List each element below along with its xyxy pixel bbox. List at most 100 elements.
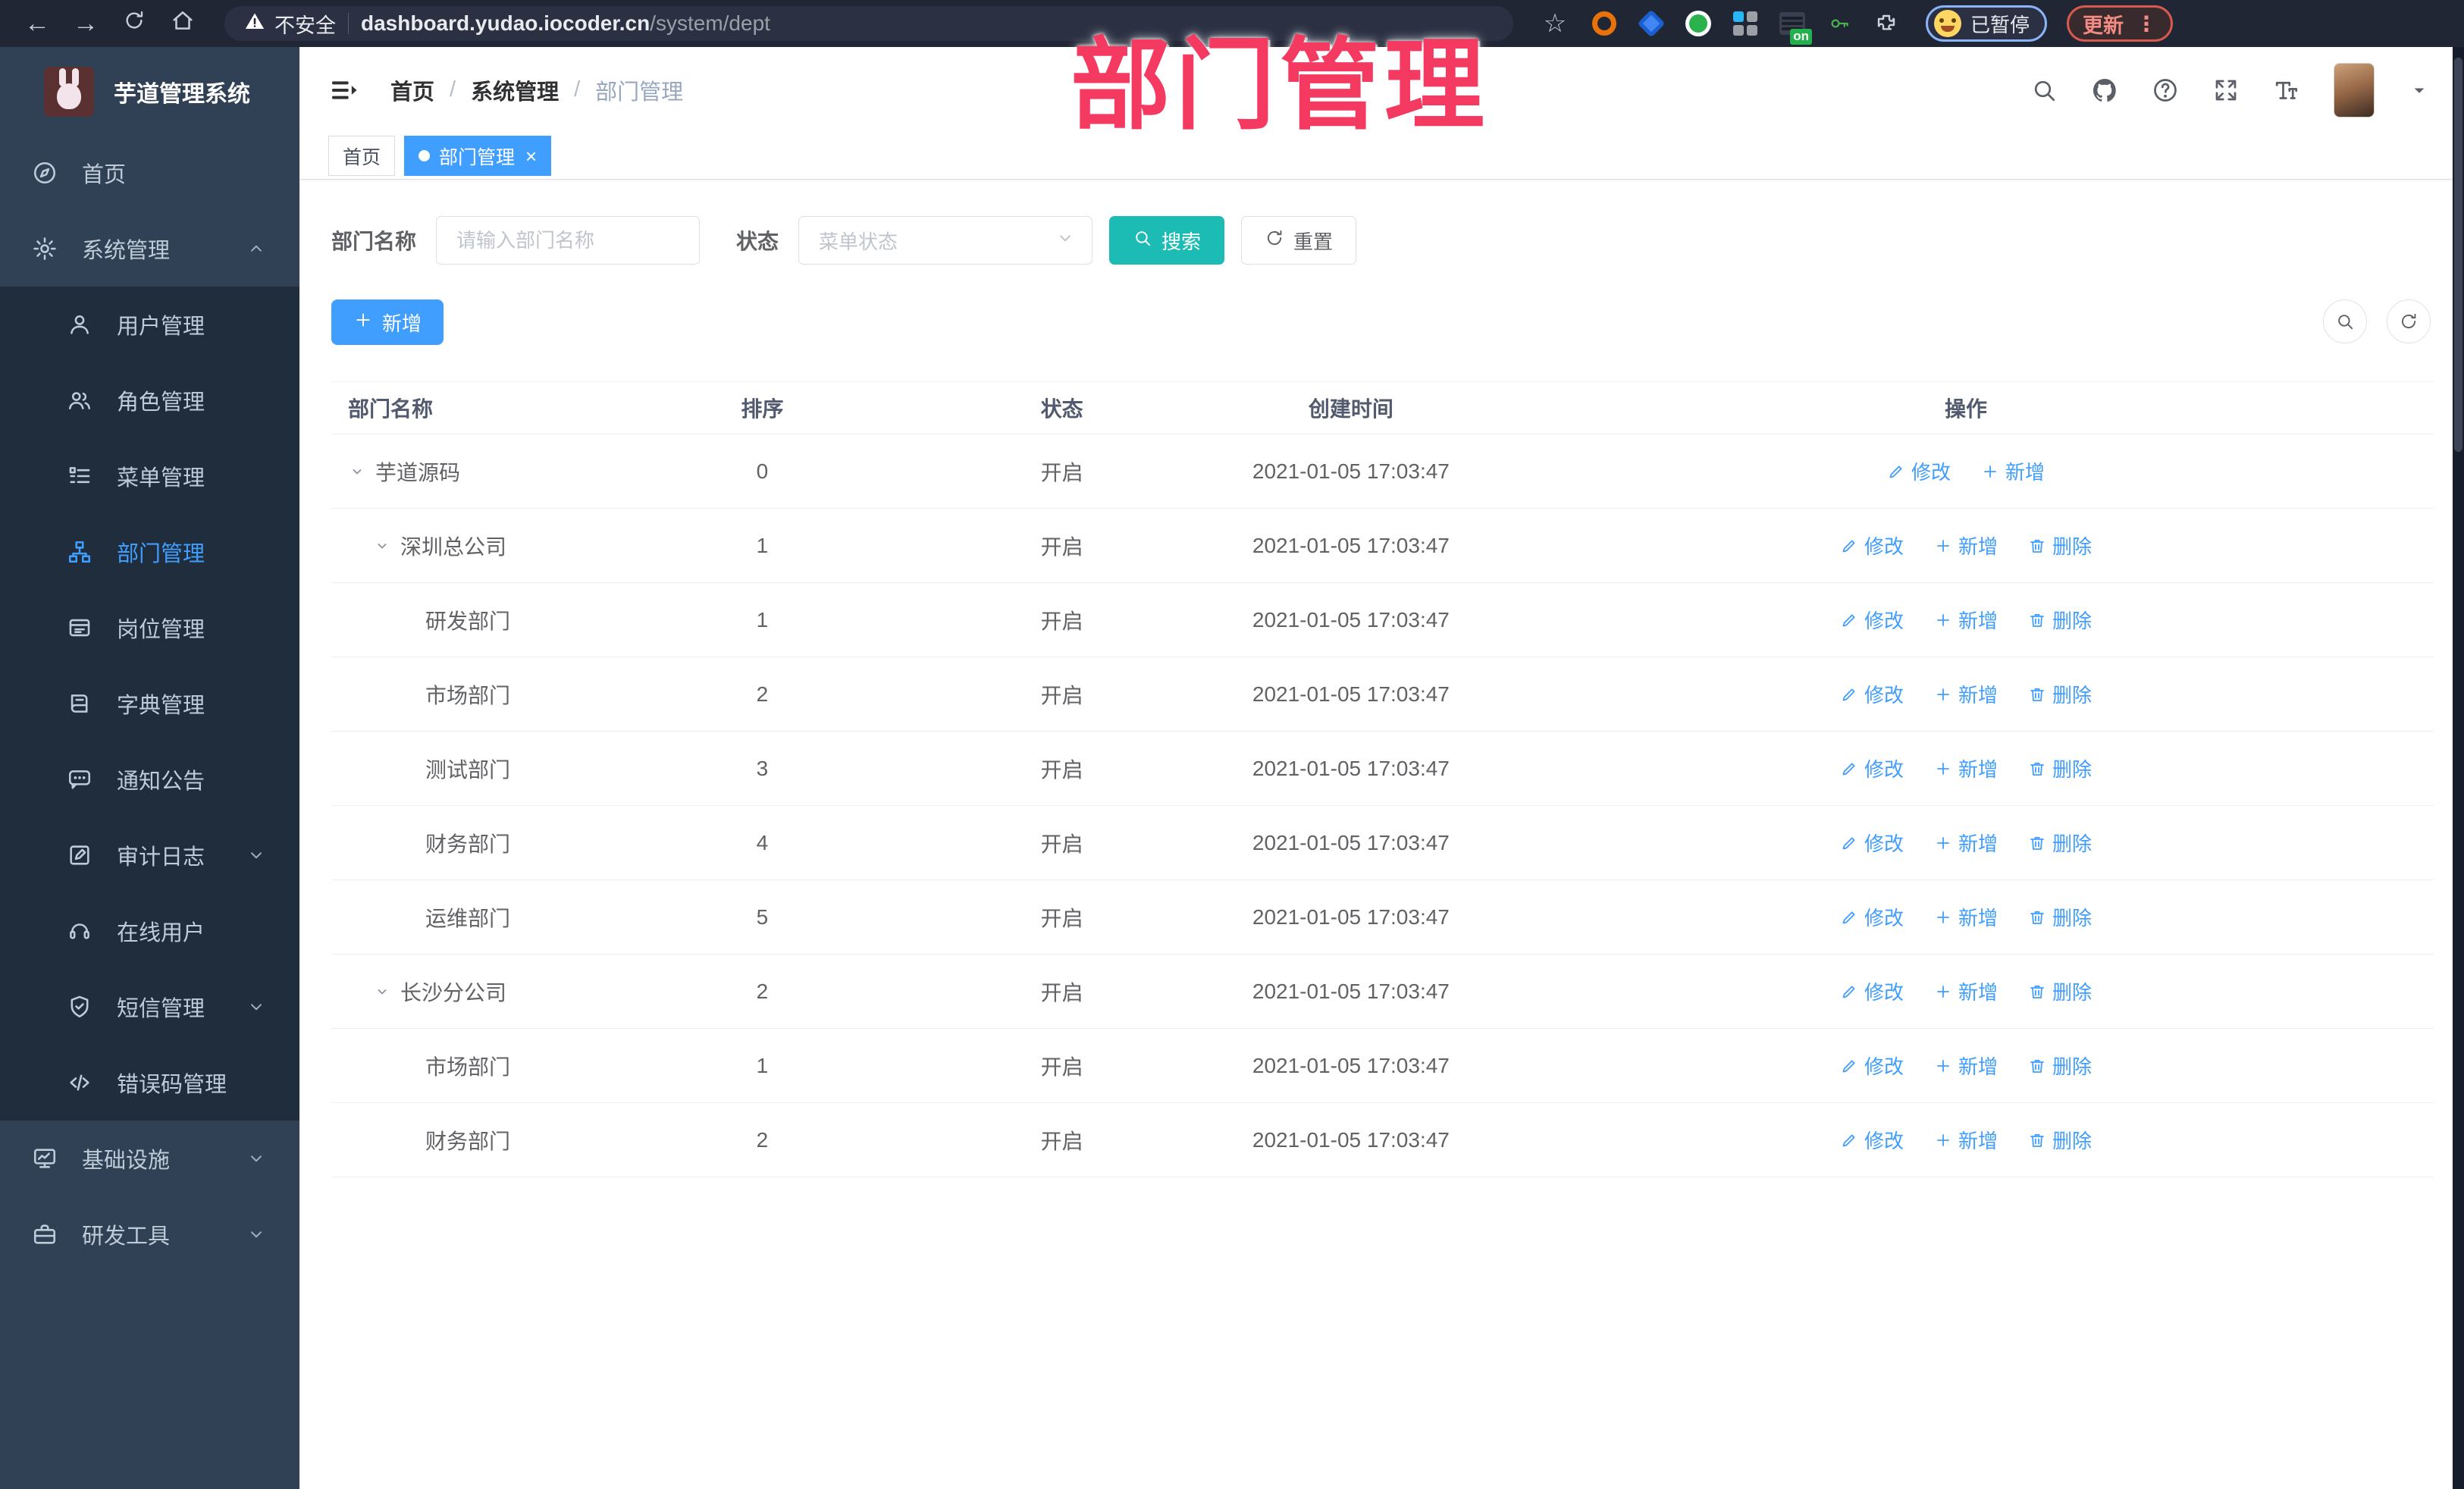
chevron-down-icon[interactable] bbox=[2408, 79, 2431, 102]
table-row: 财务部门 2 开启 2021-01-05 17:03:47 修改 新增 删除 bbox=[331, 1103, 2434, 1177]
sidebar-item-sms[interactable]: 短信管理 bbox=[0, 969, 299, 1045]
add-link[interactable]: 新增 bbox=[1981, 457, 2045, 485]
sidebar-item-user[interactable]: 用户管理 bbox=[0, 287, 299, 362]
extension-ring-icon[interactable] bbox=[1591, 10, 1618, 37]
content: 部门名称 状态 菜单状态 搜索 重置 新增 部门名称排序状态创建时间操作 bbox=[299, 180, 2464, 1177]
search-button[interactable] bbox=[2030, 77, 2058, 104]
github-button[interactable] bbox=[2091, 77, 2118, 104]
breadcrumb-item[interactable]: 首页 bbox=[390, 74, 434, 106]
dept-name: 财务部门 bbox=[425, 832, 511, 856]
add-button[interactable]: 新增 bbox=[331, 299, 444, 345]
sidebar-item-notice[interactable]: 通知公告 bbox=[0, 741, 299, 817]
add-link[interactable]: 新增 bbox=[1934, 680, 1998, 708]
delete-link[interactable]: 删除 bbox=[2028, 829, 2092, 857]
edit-link[interactable]: 修改 bbox=[1840, 606, 1904, 634]
sidebar-item-post[interactable]: 岗位管理 bbox=[0, 590, 299, 666]
extension-green-icon[interactable] bbox=[1685, 10, 1712, 37]
edit-icon bbox=[1842, 614, 1855, 626]
sidebar-item-tools[interactable]: 研发工具 bbox=[0, 1196, 299, 1272]
breadcrumb-item[interactable]: 部门管理 bbox=[595, 74, 683, 106]
sidebar-item-online[interactable]: 在线用户 bbox=[0, 893, 299, 969]
tab-home[interactable]: 首页 bbox=[328, 136, 396, 176]
user-avatar[interactable] bbox=[2334, 62, 2375, 118]
toggle-search-button[interactable] bbox=[2323, 299, 2367, 343]
expand-placeholder bbox=[398, 611, 425, 629]
edit-link[interactable]: 修改 bbox=[1840, 531, 1904, 560]
sidebar-item-dict[interactable]: 字典管理 bbox=[0, 666, 299, 741]
reset-button[interactable]: 重置 bbox=[1241, 216, 1357, 265]
delete-link[interactable]: 删除 bbox=[2028, 1052, 2092, 1080]
edit-link[interactable]: 修改 bbox=[1840, 680, 1904, 708]
size-button[interactable] bbox=[2273, 77, 2300, 104]
sidebar-item-home[interactable]: 首页 bbox=[0, 135, 299, 211]
add-link[interactable]: 新增 bbox=[1934, 754, 1998, 782]
delete-link[interactable]: 删除 bbox=[2028, 531, 2092, 560]
browser-forward-button[interactable]: → bbox=[65, 6, 106, 41]
status-label: 状态 bbox=[736, 230, 779, 253]
actions-cell: 修改 新增 删除 bbox=[1498, 903, 2434, 931]
expand-arrow-icon[interactable] bbox=[348, 462, 375, 481]
sidebar-fold-button[interactable] bbox=[328, 75, 359, 105]
bookmark-star-button[interactable]: ☆ bbox=[1535, 6, 1575, 41]
page-scrollbar[interactable] bbox=[2453, 47, 2464, 1489]
app-logo[interactable]: 芋道管理系统 bbox=[0, 47, 299, 135]
close-icon[interactable]: × bbox=[525, 146, 537, 166]
edit-link[interactable]: 修改 bbox=[1840, 1126, 1904, 1154]
extension-gem-icon[interactable] bbox=[1637, 9, 1666, 38]
delete-link[interactable]: 删除 bbox=[2028, 1126, 2092, 1154]
sidebar-item-infra[interactable]: 基础设施 bbox=[0, 1121, 299, 1196]
add-link[interactable]: 新增 bbox=[1934, 1126, 1998, 1154]
extension-switch-icon[interactable]: on bbox=[1779, 10, 1812, 45]
scrollbar-thumb[interactable] bbox=[2454, 58, 2462, 452]
sidebar-item-errcode[interactable]: 错误码管理 bbox=[0, 1045, 299, 1121]
expand-arrow-icon[interactable] bbox=[373, 537, 400, 555]
created-cell: 2021-01-05 17:03:47 bbox=[1252, 904, 1450, 929]
sidebar-item-role[interactable]: 角色管理 bbox=[0, 362, 299, 438]
add-link[interactable]: 新增 bbox=[1934, 903, 1998, 931]
delete-link[interactable]: 删除 bbox=[2028, 903, 2092, 931]
edit-link[interactable]: 修改 bbox=[1840, 829, 1904, 857]
breadcrumb-item[interactable]: 系统管理 bbox=[471, 74, 559, 106]
extension-key-icon[interactable] bbox=[1826, 10, 1853, 37]
add-link[interactable]: 新增 bbox=[1934, 531, 1998, 560]
breadcrumb-separator: / bbox=[450, 77, 456, 102]
edit-link[interactable]: 修改 bbox=[1840, 754, 1904, 782]
status-select[interactable]: 菜单状态 bbox=[798, 216, 1093, 265]
search-button[interactable]: 搜索 bbox=[1109, 216, 1225, 265]
sidebar-item-dept[interactable]: 部门管理 bbox=[0, 514, 299, 590]
delete-link[interactable]: 删除 bbox=[2028, 754, 2092, 782]
browser-update-button[interactable]: 更新 ⋮ bbox=[2067, 5, 2174, 42]
delete-link[interactable]: 删除 bbox=[2028, 680, 2092, 708]
tab-dept[interactable]: 部门管理 × bbox=[404, 136, 552, 176]
size-icon bbox=[2275, 81, 2298, 99]
edit-link[interactable]: 修改 bbox=[1840, 1052, 1904, 1080]
browser-reload-button[interactable] bbox=[114, 6, 155, 41]
refresh-table-button[interactable] bbox=[2387, 299, 2431, 343]
sidebar-item-menu[interactable]: 菜单管理 bbox=[0, 438, 299, 514]
edit-link[interactable]: 修改 bbox=[1840, 903, 1904, 931]
dept-icon bbox=[68, 541, 91, 563]
browser-back-button[interactable]: ← bbox=[17, 6, 58, 41]
dept-name-cell: 深圳总公司 bbox=[331, 531, 604, 561]
add-link[interactable]: 新增 bbox=[1934, 606, 1998, 634]
add-link[interactable]: 新增 bbox=[1934, 1052, 1998, 1080]
sidebar-item-log[interactable]: 审计日志 bbox=[0, 817, 299, 893]
fullscreen-button[interactable] bbox=[2212, 77, 2240, 104]
help-button[interactable] bbox=[2152, 77, 2179, 104]
edit-link[interactable]: 修改 bbox=[1840, 977, 1904, 1005]
add-link[interactable]: 新增 bbox=[1934, 977, 1998, 1005]
extension-grid-icon[interactable] bbox=[1732, 10, 1759, 37]
expand-arrow-icon[interactable] bbox=[373, 983, 400, 1001]
browser-profile-button[interactable]: 已暂停 bbox=[1926, 5, 2048, 42]
extensions-puzzle-icon[interactable] bbox=[1873, 10, 1900, 37]
column-header: 操作 bbox=[1944, 397, 1987, 421]
delete-link[interactable]: 删除 bbox=[2028, 977, 2092, 1005]
delete-link[interactable]: 删除 bbox=[2028, 606, 2092, 634]
edit-link[interactable]: 修改 bbox=[1887, 457, 1951, 485]
sidebar-item-system[interactable]: 系统管理 bbox=[0, 211, 299, 287]
browser-home-button[interactable] bbox=[162, 6, 203, 41]
dept-name-input[interactable] bbox=[436, 216, 701, 265]
browser-menu-icon[interactable]: ⋮ bbox=[2136, 11, 2157, 36]
add-link[interactable]: 新增 bbox=[1934, 829, 1998, 857]
breadcrumb-separator: / bbox=[574, 77, 581, 102]
